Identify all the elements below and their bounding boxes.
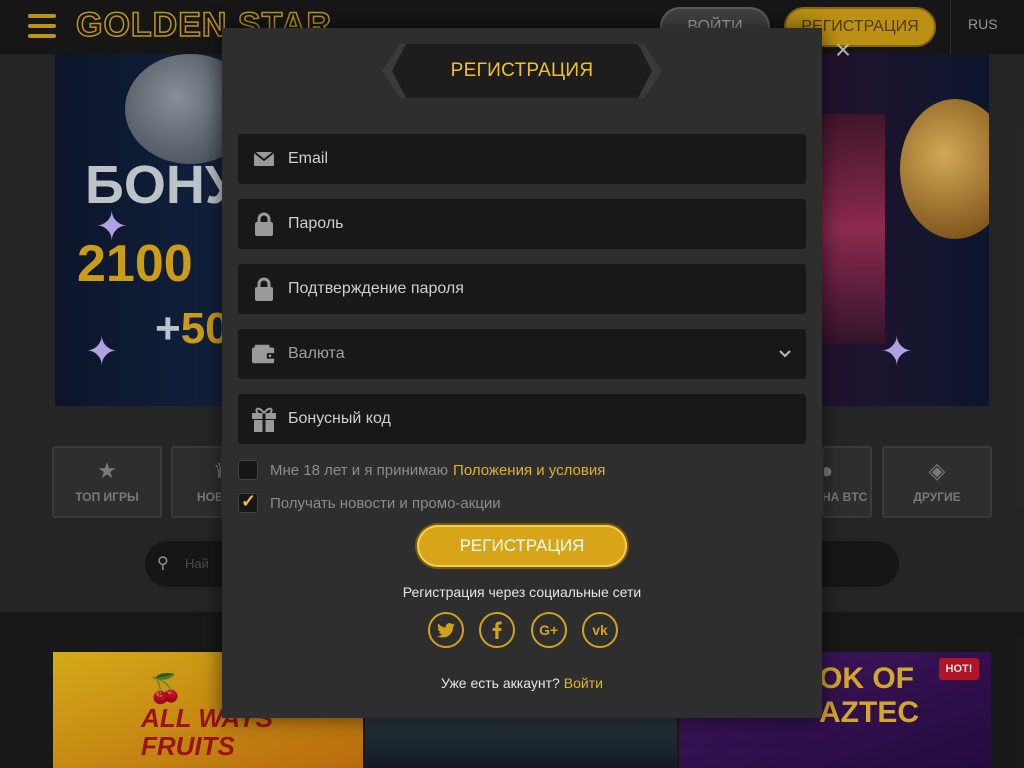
social-buttons: G+ vk — [428, 612, 618, 648]
password-confirm-input[interactable] — [288, 264, 768, 314]
newsletter-row: Получать новости и промо-акции — [238, 491, 501, 514]
bonus-code-input[interactable] — [288, 394, 768, 444]
lock-icon — [252, 199, 276, 249]
google-plus-icon[interactable]: G+ — [530, 612, 567, 648]
modal-title: РЕГИСТРАЦИЯ — [450, 60, 594, 81]
currency-select[interactable]: Валюта — [238, 329, 806, 379]
envelope-icon — [252, 134, 276, 184]
bonus-code-field[interactable] — [238, 394, 806, 444]
register-submit-button[interactable]: РЕГИСТРАЦИЯ — [417, 525, 627, 567]
wallet-icon — [252, 329, 276, 379]
vk-icon[interactable]: vk — [581, 612, 618, 648]
password-confirm-field[interactable] — [238, 264, 806, 314]
currency-value: Валюта — [288, 345, 345, 362]
newsletter-label: Получать новости и промо-акции — [270, 494, 501, 512]
chevron-down-icon — [778, 346, 792, 365]
password-input[interactable] — [288, 199, 768, 249]
lock-icon — [252, 264, 276, 314]
gift-icon — [252, 394, 276, 444]
existing-account-text: Уже есть аккаунт? — [441, 675, 560, 691]
registration-modal: РЕГИСТРАЦИЯ Валюта — [222, 28, 822, 718]
age-terms-row: Мне 18 лет и я принимаю Положения и усло… — [238, 459, 605, 481]
terms-link[interactable]: Положения и условия — [453, 462, 605, 479]
twitter-icon[interactable] — [428, 612, 464, 648]
login-link[interactable]: Войти — [564, 675, 603, 691]
age-terms-label: Мне 18 лет и я принимаю — [270, 461, 449, 479]
close-icon[interactable]: × — [830, 36, 856, 64]
existing-account-row: Уже есть аккаунт? Войти — [222, 675, 822, 691]
social-caption: Регистрация через социальные сети — [402, 584, 642, 600]
modal-title-plate: РЕГИСТРАЦИЯ — [382, 44, 662, 98]
email-input[interactable] — [288, 134, 768, 184]
facebook-icon[interactable] — [479, 612, 516, 648]
password-field[interactable] — [238, 199, 806, 249]
newsletter-checkbox[interactable] — [238, 491, 258, 513]
age-terms-checkbox[interactable] — [238, 460, 258, 480]
email-field[interactable] — [238, 134, 806, 184]
